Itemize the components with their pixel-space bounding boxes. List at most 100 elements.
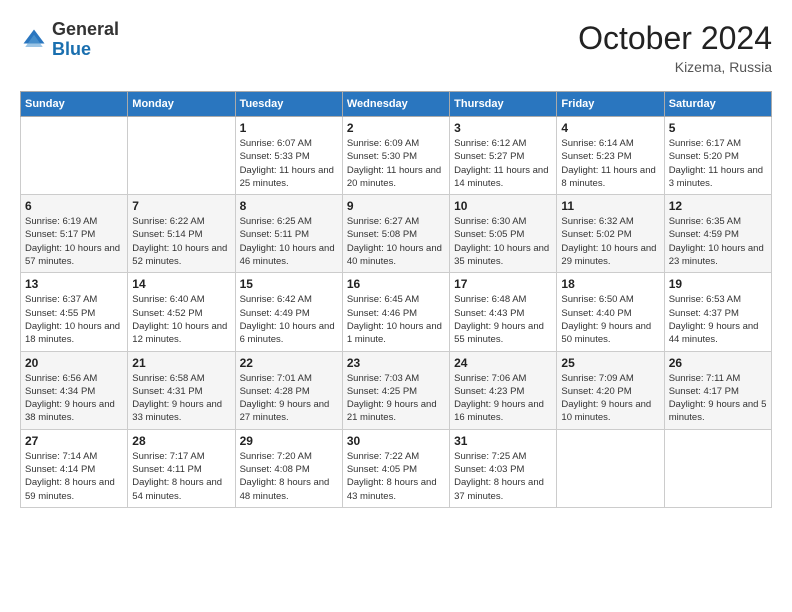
- calendar-cell: 15 Sunrise: 6:42 AM Sunset: 4:49 PM Dayli…: [235, 273, 342, 351]
- weekday-header-monday: Monday: [128, 92, 235, 117]
- calendar-table: SundayMondayTuesdayWednesdayThursdayFrid…: [20, 91, 772, 508]
- calendar-cell: 5 Sunrise: 6:17 AM Sunset: 5:20 PM Daylig…: [664, 117, 771, 195]
- day-info: Sunrise: 6:07 AM Sunset: 5:33 PM Dayligh…: [240, 137, 338, 190]
- calendar-cell: [664, 429, 771, 507]
- location: Kizema, Russia: [578, 59, 772, 75]
- day-info: Sunrise: 6:58 AM Sunset: 4:31 PM Dayligh…: [132, 372, 230, 425]
- day-info: Sunrise: 6:14 AM Sunset: 5:23 PM Dayligh…: [561, 137, 659, 190]
- weekday-header-wednesday: Wednesday: [342, 92, 449, 117]
- day-number: 25: [561, 356, 659, 370]
- day-number: 16: [347, 277, 445, 291]
- day-info: Sunrise: 6:35 AM Sunset: 4:59 PM Dayligh…: [669, 215, 767, 268]
- day-number: 31: [454, 434, 552, 448]
- day-number: 2: [347, 121, 445, 135]
- day-info: Sunrise: 7:01 AM Sunset: 4:28 PM Dayligh…: [240, 372, 338, 425]
- calendar-cell: 19Sunrise: 6:53 AM Sunset: 4:37 PM Dayli…: [664, 273, 771, 351]
- day-info: Sunrise: 7:14 AM Sunset: 4:14 PM Dayligh…: [25, 450, 123, 503]
- calendar-cell: 25 Sunrise: 7:09 AM Sunset: 4:20 PM Dayli…: [557, 351, 664, 429]
- day-info: Sunrise: 6:45 AM Sunset: 4:46 PM Dayligh…: [347, 293, 445, 346]
- calendar-cell: 8Sunrise: 6:25 AM Sunset: 5:11 PM Daylig…: [235, 195, 342, 273]
- calendar-cell: 11 Sunrise: 6:32 AM Sunset: 5:02 PM Dayli…: [557, 195, 664, 273]
- calendar-cell: [557, 429, 664, 507]
- page-header: General Blue October 2024 Kizema, Russia: [20, 20, 772, 75]
- title-block: October 2024 Kizema, Russia: [578, 20, 772, 75]
- day-info: Sunrise: 6:42 AM Sunset: 4:49 PM Dayligh…: [240, 293, 338, 346]
- day-info: Sunrise: 7:09 AM Sunset: 4:20 PM Dayligh…: [561, 372, 659, 425]
- calendar-cell: 12 Sunrise: 6:35 AM Sunset: 4:59 PM Dayli…: [664, 195, 771, 273]
- day-number: 22: [240, 356, 338, 370]
- logo-text: General Blue: [52, 20, 119, 60]
- day-number: 19: [669, 277, 767, 291]
- calendar-cell: 14Sunrise: 6:40 AM Sunset: 4:52 PM Dayli…: [128, 273, 235, 351]
- calendar-cell: 2Sunrise: 6:09 AM Sunset: 5:30 PM Daylig…: [342, 117, 449, 195]
- calendar-body: 1Sunrise: 6:07 AM Sunset: 5:33 PM Daylig…: [21, 117, 772, 508]
- calendar-cell: 16 Sunrise: 6:45 AM Sunset: 4:46 PM Dayli…: [342, 273, 449, 351]
- calendar-cell: 30 Sunrise: 7:22 AM Sunset: 4:05 PM Dayli…: [342, 429, 449, 507]
- day-info: Sunrise: 6:37 AM Sunset: 4:55 PM Dayligh…: [25, 293, 123, 346]
- day-info: Sunrise: 6:30 AM Sunset: 5:05 PM Dayligh…: [454, 215, 552, 268]
- calendar-cell: 23 Sunrise: 7:03 AM Sunset: 4:25 PM Dayli…: [342, 351, 449, 429]
- calendar-cell: 6Sunrise: 6:19 AM Sunset: 5:17 PM Daylig…: [21, 195, 128, 273]
- day-number: 23: [347, 356, 445, 370]
- day-info: Sunrise: 6:50 AM Sunset: 4:40 PM Dayligh…: [561, 293, 659, 346]
- day-number: 13: [25, 277, 123, 291]
- day-info: Sunrise: 7:03 AM Sunset: 4:25 PM Dayligh…: [347, 372, 445, 425]
- day-info: Sunrise: 6:17 AM Sunset: 5:20 PM Dayligh…: [669, 137, 767, 190]
- logo-general: General: [52, 19, 119, 39]
- calendar-cell: 22 Sunrise: 7:01 AM Sunset: 4:28 PM Dayli…: [235, 351, 342, 429]
- weekday-header-sunday: Sunday: [21, 92, 128, 117]
- logo-blue: Blue: [52, 39, 91, 59]
- day-number: 15: [240, 277, 338, 291]
- weekday-header-tuesday: Tuesday: [235, 92, 342, 117]
- logo: General Blue: [20, 20, 119, 60]
- calendar-cell: 31 Sunrise: 7:25 AM Sunset: 4:03 PM Dayli…: [450, 429, 557, 507]
- day-info: Sunrise: 6:25 AM Sunset: 5:11 PM Dayligh…: [240, 215, 338, 268]
- day-number: 14: [132, 277, 230, 291]
- calendar-cell: 24 Sunrise: 7:06 AM Sunset: 4:23 PM Dayli…: [450, 351, 557, 429]
- day-info: Sunrise: 6:12 AM Sunset: 5:27 PM Dayligh…: [454, 137, 552, 190]
- calendar-cell: 26 Sunrise: 7:11 AM Sunset: 4:17 PM Dayli…: [664, 351, 771, 429]
- day-info: Sunrise: 6:27 AM Sunset: 5:08 PM Dayligh…: [347, 215, 445, 268]
- day-number: 20: [25, 356, 123, 370]
- calendar-cell: 27Sunrise: 7:14 AM Sunset: 4:14 PM Dayli…: [21, 429, 128, 507]
- day-number: 12: [669, 199, 767, 213]
- day-number: 5: [669, 121, 767, 135]
- day-number: 30: [347, 434, 445, 448]
- week-row-3: 13 Sunrise: 6:37 AM Sunset: 4:55 PM Dayli…: [21, 273, 772, 351]
- day-number: 28: [132, 434, 230, 448]
- day-number: 4: [561, 121, 659, 135]
- day-number: 26: [669, 356, 767, 370]
- day-info: Sunrise: 7:17 AM Sunset: 4:11 PM Dayligh…: [132, 450, 230, 503]
- day-info: Sunrise: 6:48 AM Sunset: 4:43 PM Dayligh…: [454, 293, 552, 346]
- day-info: Sunrise: 7:25 AM Sunset: 4:03 PM Dayligh…: [454, 450, 552, 503]
- day-info: Sunrise: 6:19 AM Sunset: 5:17 PM Dayligh…: [25, 215, 123, 268]
- logo-icon: [20, 26, 48, 54]
- calendar-cell: 17Sunrise: 6:48 AM Sunset: 4:43 PM Dayli…: [450, 273, 557, 351]
- week-row-1: 1Sunrise: 6:07 AM Sunset: 5:33 PM Daylig…: [21, 117, 772, 195]
- month-title: October 2024: [578, 20, 772, 57]
- day-number: 10: [454, 199, 552, 213]
- weekday-header-thursday: Thursday: [450, 92, 557, 117]
- day-info: Sunrise: 7:06 AM Sunset: 4:23 PM Dayligh…: [454, 372, 552, 425]
- day-number: 11: [561, 199, 659, 213]
- day-info: Sunrise: 7:11 AM Sunset: 4:17 PM Dayligh…: [669, 372, 767, 425]
- day-number: 3: [454, 121, 552, 135]
- calendar-cell: [128, 117, 235, 195]
- day-number: 24: [454, 356, 552, 370]
- calendar-cell: 4 Sunrise: 6:14 AM Sunset: 5:23 PM Daylig…: [557, 117, 664, 195]
- week-row-5: 27Sunrise: 7:14 AM Sunset: 4:14 PM Dayli…: [21, 429, 772, 507]
- day-info: Sunrise: 6:32 AM Sunset: 5:02 PM Dayligh…: [561, 215, 659, 268]
- day-number: 29: [240, 434, 338, 448]
- day-number: 9: [347, 199, 445, 213]
- day-info: Sunrise: 7:22 AM Sunset: 4:05 PM Dayligh…: [347, 450, 445, 503]
- calendar-cell: 28 Sunrise: 7:17 AM Sunset: 4:11 PM Dayli…: [128, 429, 235, 507]
- calendar-cell: 13 Sunrise: 6:37 AM Sunset: 4:55 PM Dayli…: [21, 273, 128, 351]
- weekday-header-friday: Friday: [557, 92, 664, 117]
- calendar-header: SundayMondayTuesdayWednesdayThursdayFrid…: [21, 92, 772, 117]
- weekday-header-saturday: Saturday: [664, 92, 771, 117]
- calendar-cell: 18Sunrise: 6:50 AM Sunset: 4:40 PM Dayli…: [557, 273, 664, 351]
- calendar-cell: 10 Sunrise: 6:30 AM Sunset: 5:05 PM Dayli…: [450, 195, 557, 273]
- calendar-cell: 9 Sunrise: 6:27 AM Sunset: 5:08 PM Daylig…: [342, 195, 449, 273]
- day-info: Sunrise: 6:22 AM Sunset: 5:14 PM Dayligh…: [132, 215, 230, 268]
- day-info: Sunrise: 6:56 AM Sunset: 4:34 PM Dayligh…: [25, 372, 123, 425]
